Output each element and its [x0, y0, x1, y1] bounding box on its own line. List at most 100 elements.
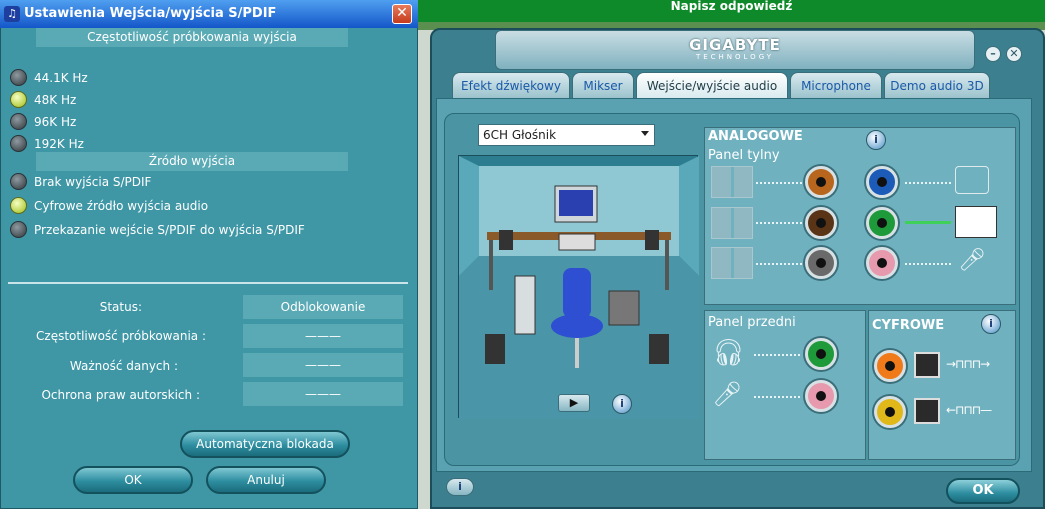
jack-green[interactable]	[866, 207, 898, 239]
digital-info-icon[interactable]: i	[981, 314, 1001, 334]
dialog-title-bar: Ustawienia Wejścia/wyjścia S/PDIF	[0, 0, 418, 28]
gigabyte-logo-sub: TECHNOLOGY	[695, 53, 775, 61]
coaxial-in-jack[interactable]	[874, 396, 906, 428]
jack-blue[interactable]	[866, 166, 898, 198]
center-speaker-icon	[558, 233, 596, 251]
subwoofer-icon	[608, 290, 640, 326]
connector-line	[756, 222, 802, 224]
optical-in-icon	[914, 398, 940, 424]
pc-tower-icon	[514, 275, 536, 335]
microphone-icon: 🎤︎	[958, 248, 986, 273]
speaker-room-illustration	[458, 155, 699, 419]
radio-96k[interactable]	[10, 113, 27, 130]
front-jack-green[interactable]	[805, 338, 837, 370]
tab-audio-io[interactable]: Wejście/wyjście audio	[636, 72, 788, 98]
left-wall	[459, 156, 479, 276]
radio-passthrough[interactable]	[10, 221, 27, 238]
radio-no-spdif[interactable]	[10, 173, 27, 190]
connector-line	[905, 263, 951, 265]
chair-pole	[575, 338, 579, 368]
room-info-icon[interactable]: i	[612, 394, 632, 414]
auto-lock-button[interactable]: Automatyczna blokada	[180, 430, 350, 458]
dialog-close-button[interactable]: ✕	[392, 4, 412, 24]
active-connector-line	[905, 221, 951, 224]
digital-title: CYFROWE	[872, 318, 945, 333]
connector-line	[754, 354, 800, 356]
radio-44k-label: 44.1K Hz	[34, 71, 88, 85]
tab-sound-effect[interactable]: Efekt dźwiękowy	[452, 72, 570, 98]
rear-speaker-icon	[649, 334, 669, 364]
analog-info-icon[interactable]: i	[866, 130, 886, 150]
sampling-rate-header: Częstotliwość próbkowania wyjścia	[36, 28, 348, 47]
jack-pink[interactable]	[866, 247, 898, 279]
desk-leg	[665, 240, 669, 290]
desk-leg	[489, 240, 493, 290]
digital-out-signal-icon: →⊓⊓⊓→	[946, 357, 990, 371]
analog-title: ANALOGOWE	[708, 129, 803, 144]
cancel-button[interactable]: Anuluj	[206, 466, 326, 494]
gigabyte-ok-button[interactable]: OK	[946, 478, 1020, 504]
speaker-icon	[499, 230, 513, 250]
chevron-down-icon	[641, 131, 649, 136]
digital-in-signal-icon: ←⊓⊓⊓—	[946, 403, 992, 417]
radio-digital-source[interactable]	[10, 197, 27, 214]
status-label: Status:	[99, 300, 142, 314]
rear-speaker-icon	[711, 207, 753, 239]
radio-passthrough-label: Przekazanie wejście S/PDIF do wyjścia S/…	[34, 223, 305, 237]
connector-line	[756, 263, 802, 265]
background-header-text: Napisz odpowiedź	[670, 0, 793, 13]
jack-orange[interactable]	[805, 166, 837, 198]
background-header: Napisz odpowiedź	[418, 0, 1045, 22]
rear-speaker-icon	[485, 334, 505, 364]
connector-line	[905, 182, 951, 184]
headphone-speaker-icon	[955, 206, 997, 238]
radio-48k-label: 48K Hz	[34, 93, 77, 107]
play-test-button[interactable]: ▶	[558, 394, 590, 412]
side-speaker-icon	[711, 247, 753, 279]
connector-line	[754, 396, 800, 398]
ok-button[interactable]: OK	[73, 466, 193, 494]
optical-out-icon	[914, 352, 940, 378]
front-jack-pink[interactable]	[805, 380, 837, 412]
jack-grey[interactable]	[805, 247, 837, 279]
dialog-title: Ustawienia Wejścia/wyjścia S/PDIF	[24, 6, 277, 21]
copyright-value: ———	[243, 382, 403, 406]
front-microphone-icon: 🎤︎	[712, 380, 743, 408]
tab-mixer[interactable]: Mikser	[572, 72, 634, 98]
sample-rate-label: Częstotliwość próbkowania :	[36, 329, 206, 343]
radio-96k-label: 96K Hz	[34, 115, 77, 129]
gigabyte-logo: GIGABYTE	[689, 36, 781, 54]
radio-44k[interactable]	[10, 69, 27, 86]
radio-48k[interactable]	[10, 91, 27, 108]
radio-digital-source-label: Cyfrowe źródło wyjścia audio	[34, 199, 209, 213]
jack-brown[interactable]	[805, 207, 837, 239]
status-value: Odblokowanie	[243, 295, 403, 319]
divider	[8, 282, 408, 284]
output-source-header: Źródło wyjścia	[36, 152, 348, 171]
minimize-button[interactable]: –	[985, 46, 1001, 62]
rear-panel-label: Panel tylny	[708, 148, 780, 163]
headphone-icon: 🎧︎	[712, 338, 746, 368]
radio-192k[interactable]	[10, 135, 27, 152]
data-validity-value: ———	[243, 353, 403, 377]
speaker-icon	[645, 230, 659, 250]
front-speaker-icon	[711, 166, 753, 198]
close-button[interactable]: ✕	[1006, 46, 1022, 62]
front-panel-label: Panel przedni	[708, 315, 796, 330]
line-in-icon	[955, 166, 989, 194]
chair-back	[563, 268, 591, 318]
data-validity-label: Ważność danych :	[69, 359, 178, 373]
bottom-info-button[interactable]: i	[446, 478, 474, 496]
speaker-config-select[interactable]: 6CH Głośnik	[478, 124, 655, 146]
radio-no-spdif-label: Brak wyjścia S/PDIF	[34, 175, 152, 189]
sample-rate-value: ———	[243, 324, 403, 348]
room-svg	[459, 156, 699, 419]
monitor-screen	[559, 190, 593, 216]
tab-microphone[interactable]: Microphone	[790, 72, 882, 98]
coaxial-out-jack[interactable]	[874, 350, 906, 382]
app-icon: ♫	[4, 6, 20, 22]
right-wall	[679, 156, 699, 276]
copyright-label: Ochrona praw autorskich :	[41, 388, 200, 402]
tab-3d-audio-demo[interactable]: Demo audio 3D	[884, 72, 990, 98]
radio-192k-label: 192K Hz	[34, 137, 84, 151]
